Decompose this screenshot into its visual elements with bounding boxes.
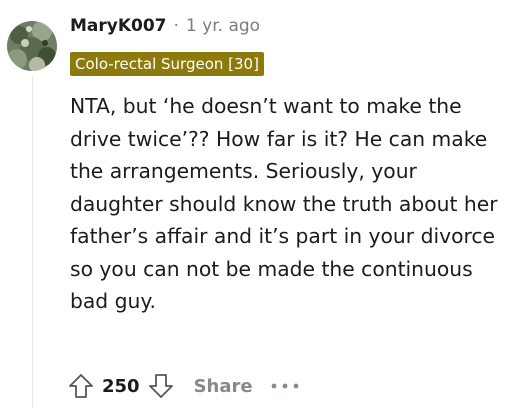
downvote-arrow-icon <box>148 374 173 398</box>
thread-line[interactable] <box>32 76 33 408</box>
comment-header: MaryK007 · 1 yr. ago <box>70 12 260 40</box>
comment-text: NTA, but ‘he doesn’t want to make the dr… <box>70 94 498 313</box>
comment-actions: 250 Share <box>62 366 303 406</box>
upvote-arrow-icon <box>69 374 93 398</box>
user-flair: Colo-rectal Surgeon [30] <box>70 52 264 76</box>
vote-count: 250 <box>102 375 140 397</box>
share-button[interactable]: Share <box>194 376 253 397</box>
more-options-button[interactable] <box>267 367 303 405</box>
more-options-icon <box>271 383 298 389</box>
upvote-button[interactable] <box>62 367 100 405</box>
avatar-image <box>7 21 57 71</box>
username[interactable]: MaryK007 <box>70 16 167 36</box>
avatar[interactable] <box>7 21 57 71</box>
separator-dot: · <box>173 16 179 36</box>
timestamp[interactable]: 1 yr. ago <box>186 16 260 36</box>
comment-body: NTA, but ‘he doesn’t want to make the dr… <box>70 90 506 318</box>
downvote-button[interactable] <box>142 367 180 405</box>
